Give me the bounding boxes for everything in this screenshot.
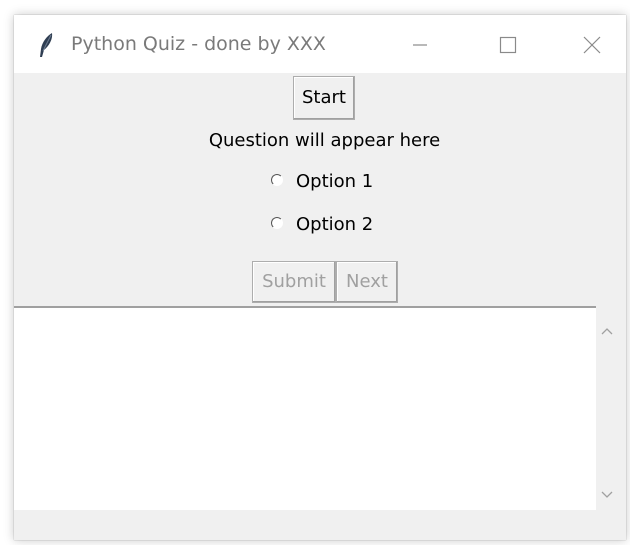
output-text-area[interactable] bbox=[14, 306, 596, 510]
window-title: Python Quiz - done by XXX bbox=[71, 33, 326, 55]
option-1-radio[interactable]: Option 1 bbox=[271, 171, 373, 197]
option-2-label: Option 2 bbox=[296, 214, 374, 235]
next-button[interactable]: Next bbox=[336, 261, 398, 303]
option-1-label: Option 1 bbox=[296, 171, 374, 192]
close-icon bbox=[583, 36, 601, 54]
vertical-scrollbar[interactable] bbox=[596, 306, 618, 510]
radio-icon[interactable] bbox=[271, 174, 283, 186]
quiz-window: Python Quiz - done by XXX Start Question… bbox=[14, 15, 626, 540]
title-bar[interactable]: Python Quiz - done by XXX bbox=[14, 15, 626, 73]
quiz-client-area: Start Question will appear here Option 1… bbox=[14, 73, 626, 540]
question-label: Question will appear here bbox=[208, 130, 441, 151]
minimize-icon bbox=[413, 44, 427, 46]
chevron-down-icon[interactable] bbox=[601, 484, 613, 503]
start-button[interactable]: Start bbox=[293, 76, 355, 120]
option-2-radio[interactable]: Option 2 bbox=[271, 214, 373, 240]
radio-icon[interactable] bbox=[271, 217, 283, 229]
close-button[interactable] bbox=[569, 25, 615, 65]
feather-icon bbox=[38, 32, 56, 58]
maximize-icon bbox=[499, 36, 517, 54]
submit-button[interactable]: Submit bbox=[252, 261, 336, 303]
bottom-strip bbox=[14, 510, 626, 540]
minimize-button[interactable] bbox=[397, 25, 443, 65]
maximize-button[interactable] bbox=[485, 25, 531, 65]
chevron-up-icon[interactable] bbox=[601, 320, 613, 339]
